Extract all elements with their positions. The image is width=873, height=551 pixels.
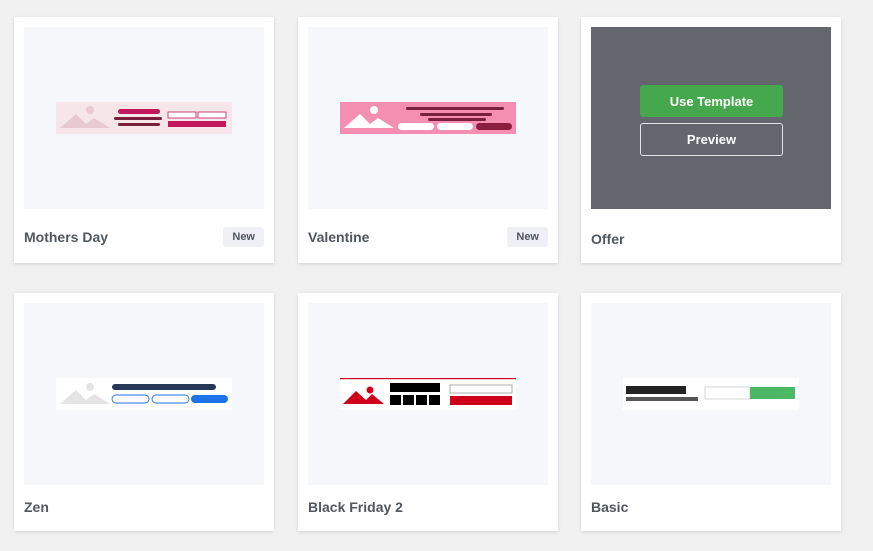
template-card-mothers-day[interactable]: Mothers Day New (14, 17, 274, 263)
template-card-valentine[interactable]: Valentine New (298, 17, 558, 263)
card-footer: Offer (591, 231, 831, 247)
template-preview[interactable]: Use Template Preview (591, 27, 831, 209)
template-title: Valentine (308, 229, 370, 245)
card-footer: Mothers Day New (24, 227, 264, 247)
card-footer: Valentine New (308, 227, 548, 247)
template-card-basic[interactable]: Basic (581, 293, 841, 531)
hover-overlay (591, 27, 831, 209)
preview-button[interactable]: Preview (640, 123, 783, 156)
banner-thumbnail (56, 102, 232, 134)
banner-thumbnail (340, 102, 516, 134)
template-preview[interactable] (24, 27, 264, 209)
template-title: Black Friday 2 (308, 499, 403, 515)
template-title: Zen (24, 499, 49, 515)
template-preview[interactable] (591, 303, 831, 485)
card-footer: Basic (591, 499, 831, 515)
banner-thumbnail (340, 378, 516, 410)
template-title: Offer (591, 231, 625, 247)
use-template-button[interactable]: Use Template (640, 85, 783, 117)
card-footer: Zen (24, 499, 264, 515)
banner-thumbnail (56, 378, 232, 410)
template-preview[interactable] (24, 303, 264, 485)
new-badge: New (507, 227, 548, 247)
card-footer: Black Friday 2 (308, 499, 548, 515)
new-badge: New (223, 227, 264, 247)
template-title: Basic (591, 499, 629, 515)
template-card-offer[interactable]: Use Template Preview Offer (581, 17, 841, 263)
template-preview[interactable] (308, 27, 548, 209)
template-preview[interactable] (308, 303, 548, 485)
template-card-black-friday-2[interactable]: Black Friday 2 (298, 293, 558, 531)
template-title: Mothers Day (24, 229, 109, 245)
template-card-zen[interactable]: Zen (14, 293, 274, 531)
banner-thumbnail (623, 378, 799, 410)
